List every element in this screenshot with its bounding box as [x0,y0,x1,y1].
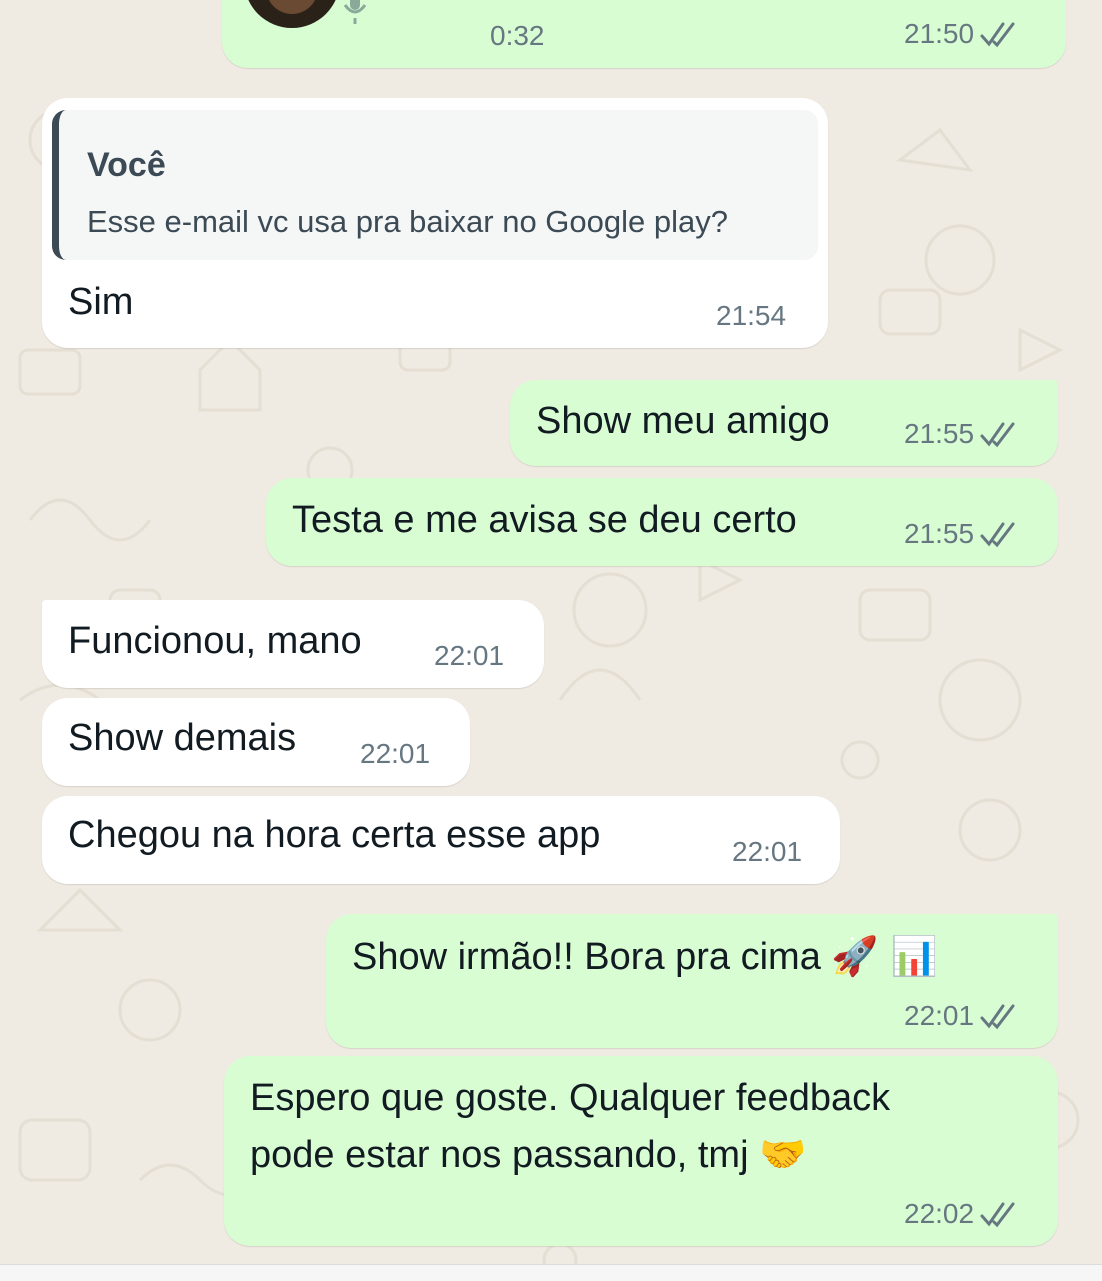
message-meta: 21:55 [904,518,1018,550]
message-text-line-1: Espero que goste. Qualquer feedback [250,1077,891,1119]
message-meta: 21:55 [904,418,1018,450]
avatar-face [266,0,318,14]
outgoing-message-bubble[interactable]: Testa e me avisa se deu certo 21:55 [266,478,1058,566]
message-text: Funcionou, mano [68,620,362,662]
message-time: 22:01 [360,738,431,769]
handshake-emoji: 🤝 [759,1132,807,1176]
input-bar-edge [0,1264,1102,1281]
incoming-message-bubble[interactable]: Funcionou, mano 22:01 [42,600,544,688]
incoming-message-bubble[interactable]: Chegou na hora certa esse app 22:01 [42,796,840,884]
message-text-body: Show irmão!! Bora pra cima [352,936,821,978]
double-check-icon [980,422,1015,448]
double-check-icon [980,522,1015,548]
message-text: Chegou na hora certa esse app [68,814,601,856]
message-time: 22:01 [904,1000,975,1031]
message-meta: 22:02 [904,1198,1018,1230]
message-text-body: pode estar nos passando, tmj [250,1134,749,1176]
quoted-message[interactable]: Você Esse e-mail vc usa pra baixar no Go… [52,110,818,260]
microphone-icon [343,0,367,24]
outgoing-message-bubble[interactable]: Show irmão!! Bora pra cima 🚀 📊 22:01 [326,914,1058,1048]
incoming-message-bubble[interactable]: Você Esse e-mail vc usa pra baixar no Go… [42,98,828,348]
outgoing-message-bubble[interactable]: Espero que goste. Qualquer feedback pode… [224,1056,1058,1246]
rocket-chart-emoji: 🚀 📊 [831,934,939,978]
message-time: 21:55 [904,518,975,549]
incoming-message-bubble[interactable]: Show demais 22:01 [42,698,470,786]
message-time: 21:54 [716,300,787,331]
double-check-icon [980,1004,1015,1030]
message-text-line-2: pode estar nos passando, tmj 🤝 [250,1126,806,1184]
message-text: Testa e me avisa se deu certo [292,499,797,541]
message-text: Show meu amigo [536,400,830,442]
message-time: 21:50 [904,18,975,49]
message-time: 21:55 [904,418,975,449]
message-meta: 21:50 [904,18,1018,50]
voice-note-duration: 0:32 [490,20,545,51]
message-time: 22:01 [434,640,505,671]
message-time: 22:01 [732,836,803,867]
avatar [244,0,340,28]
voice-note-bubble[interactable]: 0:32 21:50 [222,0,1066,68]
double-check-icon [980,1202,1015,1228]
double-check-icon [980,22,1015,48]
message-text: Show irmão!! Bora pra cima 🚀 📊 [352,928,938,986]
message-text: Show demais [68,717,297,759]
chat-conversation[interactable]: 0:32 21:50 Você Esse e-mail vc usa pra b… [0,0,1102,1281]
message-time: 22:02 [904,1198,975,1229]
message-meta: 22:01 [904,1000,1018,1032]
quoted-text: Esse e-mail vc usa pra baixar no Google … [87,204,728,239]
quoted-author: Você [87,146,166,184]
outgoing-message-bubble[interactable]: Show meu amigo 21:55 [510,380,1058,466]
message-text: Sim [68,281,134,323]
